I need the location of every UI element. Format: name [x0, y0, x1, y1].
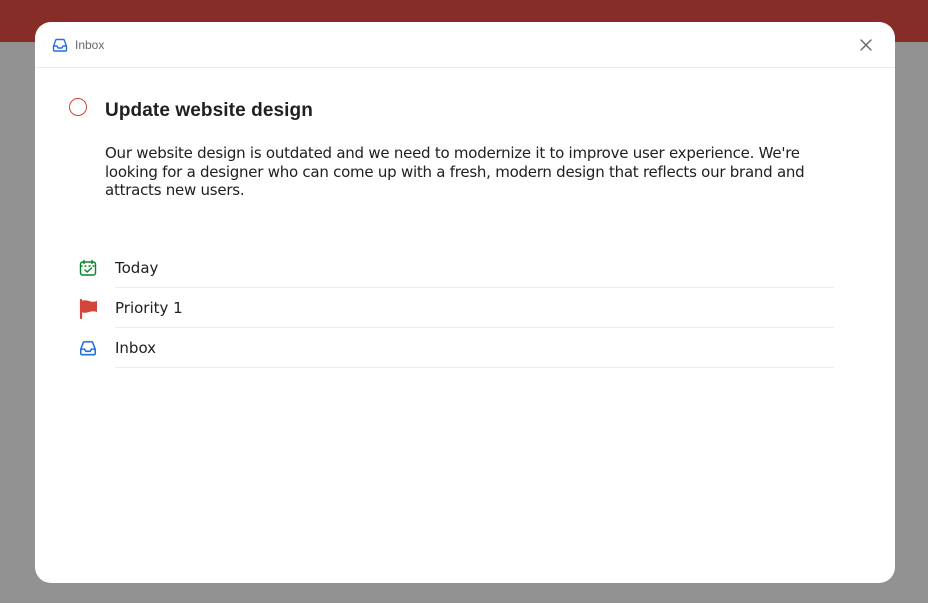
calendar-today-icon: [78, 258, 98, 278]
due-date-label: Today: [115, 259, 159, 277]
task-attributes: Today Priority 1 Inbox: [75, 248, 835, 368]
breadcrumb-label[interactable]: Inbox: [75, 38, 104, 52]
close-icon[interactable]: [857, 36, 875, 54]
task-detail-modal: Inbox Update website design Our website …: [35, 22, 895, 583]
priority-label: Priority 1: [115, 299, 183, 317]
breadcrumb[interactable]: Inbox: [51, 36, 104, 54]
task-title[interactable]: Update website design: [105, 100, 313, 122]
inbox-icon: [51, 36, 69, 54]
inbox-icon: [78, 338, 98, 358]
task-complete-checkbox[interactable]: [69, 98, 87, 116]
project-label: Inbox: [115, 339, 157, 357]
modal-header: Inbox: [35, 22, 895, 68]
flag-icon: [78, 298, 98, 320]
project-row[interactable]: Inbox: [75, 328, 835, 368]
close-button[interactable]: [857, 36, 875, 54]
task-description[interactable]: Our website design is outdated and we ne…: [105, 144, 845, 200]
priority-row[interactable]: Priority 1: [75, 288, 835, 328]
due-date-row[interactable]: Today: [75, 248, 835, 288]
divider: [115, 367, 834, 368]
